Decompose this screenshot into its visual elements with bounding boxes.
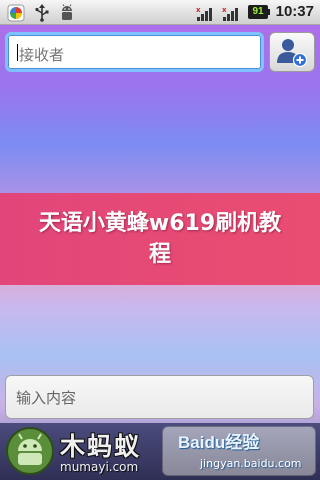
svg-text:x: x xyxy=(222,6,227,14)
recipient-input[interactable]: 接收者 xyxy=(5,32,264,72)
svg-text:x: x xyxy=(196,6,201,14)
baidu-jingyan-watermark: Baidu经验 jingyan.baidu.com xyxy=(178,428,312,476)
usb-icon xyxy=(34,3,50,22)
mumayi-url: mumayi.com xyxy=(60,460,139,474)
message-input[interactable]: 输入内容 xyxy=(5,375,314,419)
mumayi-watermark: 木蚂蚁 mumayi.com xyxy=(4,425,158,477)
baidu-jingyan-brand: Baidu经验 xyxy=(178,433,260,452)
battery-icon: 91 xyxy=(248,5,268,19)
android-mascot-icon xyxy=(6,427,54,475)
status-bar: x x 91 10:37 xyxy=(0,0,320,25)
signal-icon: x xyxy=(196,3,216,22)
add-contact-button[interactable] xyxy=(269,32,315,72)
mumayi-brand: 木蚂蚁 xyxy=(60,432,142,461)
recipient-placeholder: 接收者 xyxy=(19,46,65,64)
signal-icon: x xyxy=(222,3,242,22)
battery-nub xyxy=(268,9,270,15)
baidu-jingyan-url: jingyan.baidu.com xyxy=(200,457,302,470)
text-cursor xyxy=(17,44,18,61)
banner-title: 天语小黄蜂w619刷机教程 xyxy=(38,211,282,267)
add-contact-icon xyxy=(277,39,308,68)
battery-level: 91 xyxy=(252,6,264,17)
message-placeholder: 输入内容 xyxy=(16,389,77,407)
android-debug-icon xyxy=(58,3,76,22)
app-icon xyxy=(6,3,26,22)
status-time: 10:37 xyxy=(275,3,314,20)
title-banner: 天语小黄蜂w619刷机教程 xyxy=(0,193,320,285)
